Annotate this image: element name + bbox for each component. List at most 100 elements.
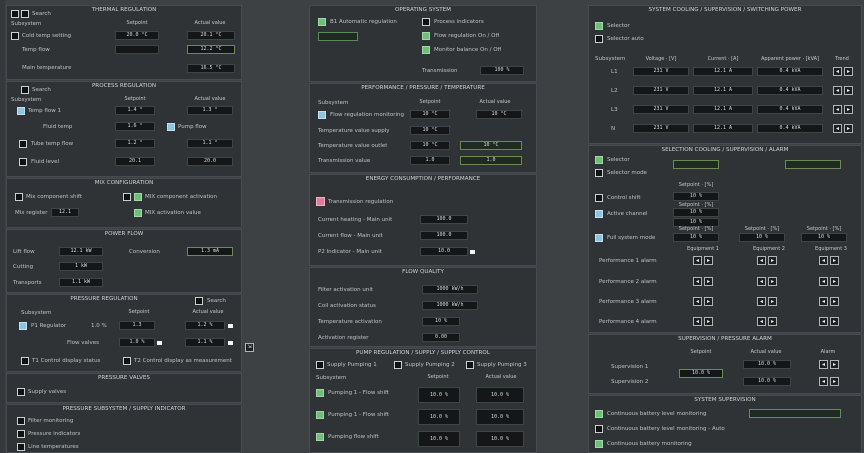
alarm-button[interactable]: ◂: [757, 297, 766, 306]
fluid-level-checkbox[interactable]: [19, 158, 27, 166]
active-channel-indicator[interactable]: [595, 210, 603, 218]
setpoint-value[interactable]: 20.0 °C: [115, 31, 159, 40]
battery-auto-checkbox[interactable]: [595, 425, 603, 433]
alarm-button[interactable]: ◂: [819, 297, 828, 306]
setpoint-value[interactable]: 1.0: [410, 156, 450, 165]
setpoint-value[interactable]: [115, 45, 159, 54]
supply-pumping-2-checkbox[interactable]: [394, 361, 402, 369]
full-system-indicator[interactable]: [595, 234, 603, 242]
current-value: 12.1 A: [693, 86, 753, 95]
process-indicators-checkbox[interactable]: [422, 18, 430, 26]
search-checkbox[interactable]: [195, 297, 203, 305]
pump-flow-indicator[interactable]: [167, 123, 175, 131]
trend-up-button[interactable]: ▸: [844, 67, 853, 76]
alarm-button[interactable]: ◂: [757, 317, 766, 326]
setpoint-value[interactable]: 1.3: [119, 321, 155, 330]
alarm-down-button[interactable]: ◂: [819, 377, 828, 386]
trend-up-button[interactable]: ▸: [844, 86, 853, 95]
filter-monitoring-checkbox[interactable]: [17, 417, 25, 425]
row-value[interactable]: 10 %: [801, 233, 847, 242]
setpoint-value[interactable]: 10.0 %: [679, 369, 723, 378]
row-value[interactable]: 10 %: [673, 233, 719, 242]
supply-pumping-3-checkbox[interactable]: [466, 361, 474, 369]
selector-mode-checkbox[interactable]: [595, 169, 603, 177]
setpoint-value[interactable]: 1.6 °: [115, 122, 155, 131]
row-value[interactable]: 10 %: [673, 192, 719, 201]
alarm-button[interactable]: ▸: [830, 297, 839, 306]
setpoint-value[interactable]: 10.0 %: [418, 431, 460, 447]
setpoint-value[interactable]: 20.1: [115, 157, 155, 166]
mix-activation-checkbox[interactable]: [123, 193, 131, 201]
trend-down-button[interactable]: ◂: [833, 124, 842, 133]
supply-valves-checkbox[interactable]: [17, 388, 25, 396]
supply-pumping-1-checkbox[interactable]: [316, 361, 324, 369]
line-temperatures-checkbox[interactable]: [17, 443, 25, 451]
alarm-button[interactable]: ▸: [704, 256, 713, 265]
filter-checkbox[interactable]: [11, 10, 19, 18]
performance-panel: PERFORMANCE / PRESSURE / TEMPERATURE Sub…: [309, 83, 537, 173]
control-display-checkbox[interactable]: [21, 357, 29, 365]
setpoint-value[interactable]: 10 °C: [410, 141, 450, 150]
actual-value: 10.0 %: [476, 387, 524, 403]
alarm-button[interactable]: ▸: [768, 256, 777, 265]
voltage-header: Voltage · [V]: [645, 56, 677, 62]
export-icon[interactable]: ⇲: [245, 343, 254, 352]
auto-regulation-field[interactable]: [318, 32, 358, 41]
trend-down-button[interactable]: ◂: [833, 86, 842, 95]
row-label: Supervision 1: [611, 364, 649, 370]
trend-up-button[interactable]: ▸: [844, 124, 853, 133]
alarm-button[interactable]: ◂: [819, 277, 828, 286]
alarm-button[interactable]: ▸: [830, 256, 839, 265]
alarm-button[interactable]: ◂: [693, 297, 702, 306]
row-value[interactable]: 10 %: [739, 233, 785, 242]
mix-shift-checkbox[interactable]: [15, 193, 23, 201]
alarm-button[interactable]: ▸: [768, 277, 777, 286]
alarm-button[interactable]: ▸: [704, 317, 713, 326]
control-measurement-checkbox[interactable]: [123, 357, 131, 365]
flow-monitoring-indicator[interactable]: [318, 111, 326, 119]
setpoint-value[interactable]: 1.4 °: [115, 106, 155, 115]
pressure-valves-panel: PRESSURE VALVES Supply valves: [6, 373, 242, 403]
alarm-button[interactable]: ◂: [757, 277, 766, 286]
setpoint-value[interactable]: 1.0 %: [119, 338, 155, 347]
alarm-button[interactable]: ◂: [693, 256, 702, 265]
regulator-indicator[interactable]: [19, 322, 27, 330]
energy-consumption-panel: ENERGY CONSUMPTION / PERFORMANCE Transmi…: [309, 174, 537, 266]
alarm-button[interactable]: ◂: [693, 277, 702, 286]
cold-temp-checkbox[interactable]: [11, 32, 19, 40]
row-value[interactable]: 10 %: [673, 208, 719, 217]
trend-down-button[interactable]: ◂: [833, 67, 842, 76]
setpoint-value[interactable]: 1.2 °: [115, 139, 155, 148]
selector-auto-checkbox[interactable]: [595, 35, 603, 43]
setpoint-value[interactable]: 10.0 %: [418, 409, 460, 425]
pressure-indicators-checkbox[interactable]: [17, 430, 25, 438]
setpoint-value[interactable]: 10.0 %: [418, 387, 460, 403]
search-checkbox[interactable]: [21, 86, 29, 94]
pumping-3-lamp: [316, 433, 324, 441]
alarm-button[interactable]: ▸: [704, 297, 713, 306]
setpoint-value[interactable]: 10 °C: [410, 126, 450, 135]
setpoint-value[interactable]: 10 °C: [410, 110, 450, 119]
alarm-button[interactable]: ▸: [768, 317, 777, 326]
alarm-up-button[interactable]: ▸: [830, 377, 839, 386]
alarm-button[interactable]: ◂: [819, 256, 828, 265]
mix-register-value[interactable]: 12.1: [51, 208, 79, 217]
alarm-down-button[interactable]: ◂: [819, 360, 828, 369]
panel-title: PRESSURE REGULATION: [70, 296, 138, 302]
tube-temp-checkbox[interactable]: [19, 140, 27, 148]
transmission-regulation-indicator[interactable]: [316, 197, 325, 206]
transmission-value[interactable]: 100 %: [480, 66, 524, 75]
trend-up-button[interactable]: ▸: [844, 105, 853, 114]
trend-down-button[interactable]: ◂: [833, 105, 842, 114]
temp-flow-indicator[interactable]: [17, 107, 25, 115]
alarm-button[interactable]: ▸: [830, 317, 839, 326]
search-checkbox[interactable]: [21, 10, 29, 18]
alarm-button[interactable]: ▸: [830, 277, 839, 286]
alarm-button[interactable]: ◂: [819, 317, 828, 326]
alarm-button[interactable]: ▸: [704, 277, 713, 286]
alarm-up-button[interactable]: ▸: [830, 360, 839, 369]
alarm-button[interactable]: ◂: [693, 317, 702, 326]
control-shift-checkbox[interactable]: [595, 194, 603, 202]
alarm-button[interactable]: ▸: [768, 297, 777, 306]
alarm-button[interactable]: ◂: [757, 256, 766, 265]
